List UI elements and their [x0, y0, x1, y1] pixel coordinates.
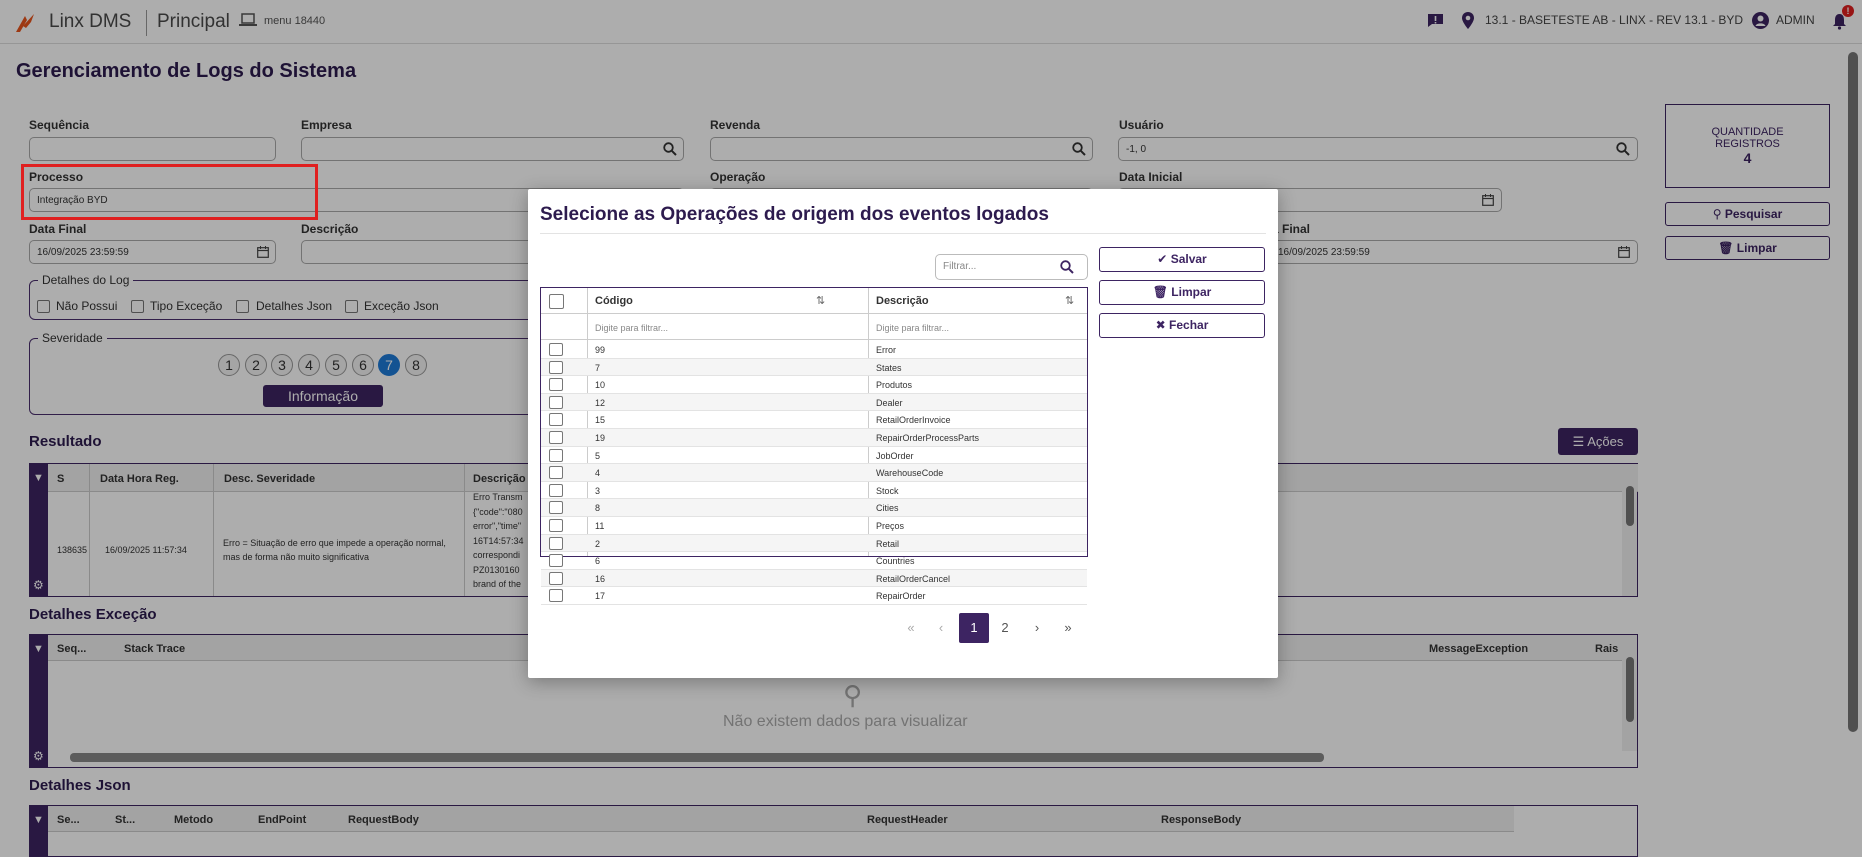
- row-checkbox[interactable]: [549, 343, 563, 356]
- row-checkbox[interactable]: [549, 378, 563, 392]
- row-codigo: 19: [595, 433, 606, 443]
- highlight-box: [21, 164, 318, 220]
- table-row[interactable]: 5 JobOrder: [541, 447, 1087, 465]
- row-codigo: 16: [595, 573, 606, 584]
- row-checkbox[interactable]: [549, 466, 563, 480]
- row-codigo: 6: [595, 556, 601, 567]
- row-checkbox[interactable]: [549, 501, 563, 515]
- page-1-button[interactable]: 1: [959, 613, 989, 643]
- filter-placeholder: Filtrar...: [943, 261, 977, 272]
- table-row[interactable]: 2 Retail: [541, 534, 1087, 553]
- row-checkbox[interactable]: [549, 554, 563, 568]
- row-codigo: 99: [595, 345, 606, 355]
- row-descricao: Stock: [876, 485, 899, 496]
- sort-icon[interactable]: ⇅: [816, 294, 825, 307]
- row-descricao: Dealer: [876, 397, 903, 408]
- row-codigo: 7: [595, 362, 601, 373]
- table-row[interactable]: 8 Cities: [541, 499, 1087, 517]
- row-checkbox[interactable]: [549, 483, 563, 497]
- search-icon[interactable]: [1060, 260, 1074, 274]
- row-codigo: 5: [595, 450, 601, 461]
- sort-icon[interactable]: ⇅: [1065, 294, 1074, 307]
- row-checkbox[interactable]: [549, 448, 563, 462]
- table-row[interactable]: 16 RetailOrderCancel: [541, 569, 1087, 588]
- row-checkbox[interactable]: [549, 431, 563, 444]
- table-row[interactable]: 7 States: [541, 358, 1087, 377]
- codigo-filter-input[interactable]: Digite para filtrar...: [595, 323, 668, 333]
- table-row[interactable]: 12 Dealer: [541, 393, 1087, 412]
- row-descricao: RepairOrderProcessParts: [876, 433, 980, 443]
- row-codigo: 17: [595, 591, 606, 602]
- table-row[interactable]: 11 Preços: [541, 517, 1087, 535]
- row-checkbox[interactable]: [549, 571, 563, 585]
- row-descricao: Preços: [876, 521, 905, 531]
- row-descricao: Countries: [876, 556, 915, 567]
- page-2-button[interactable]: 2: [990, 613, 1020, 643]
- row-checkbox[interactable]: [549, 589, 563, 603]
- first-page-button[interactable]: «: [896, 613, 926, 643]
- salvar-label: Salvar: [1170, 252, 1207, 266]
- row-codigo: 11: [595, 521, 605, 531]
- trash-icon: 🗑: [1152, 285, 1168, 299]
- row-descricao: States: [876, 362, 902, 373]
- table-row[interactable]: 3 Stock: [541, 482, 1087, 500]
- row-codigo: 12: [595, 397, 606, 408]
- fechar-button[interactable]: ✖ Fechar: [1099, 313, 1265, 338]
- row-codigo: 2: [595, 538, 601, 549]
- modal-title: Selecione as Operações de origem dos eve…: [540, 204, 1049, 225]
- row-checkbox[interactable]: [549, 536, 563, 550]
- limpar-modal-button[interactable]: 🗑 Limpar: [1099, 280, 1265, 305]
- row-checkbox[interactable]: [549, 519, 563, 532]
- row-descricao: Error: [876, 345, 896, 355]
- row-descricao: RetailOrderInvoice: [876, 415, 951, 426]
- close-icon: ✖: [1155, 318, 1166, 332]
- fechar-label: Fechar: [1169, 318, 1209, 332]
- row-descricao: RetailOrderCancel: [876, 573, 951, 584]
- table-row[interactable]: 17 RepairOrder: [541, 587, 1087, 605]
- col-descricao[interactable]: Descrição: [876, 295, 929, 307]
- row-descricao: Produtos: [876, 380, 913, 391]
- row-codigo: 10: [595, 380, 606, 391]
- row-checkbox[interactable]: [549, 360, 563, 374]
- table-row[interactable]: 4 WarehouseCode: [541, 464, 1087, 482]
- row-descricao: RepairOrder: [876, 591, 926, 602]
- operacoes-modal: Selecione as Operações de origem dos eve…: [528, 189, 1278, 678]
- row-codigo: 15: [595, 415, 606, 426]
- limpar-label: Limpar: [1171, 285, 1212, 299]
- col-codigo[interactable]: Código: [595, 295, 633, 307]
- row-checkbox[interactable]: [549, 395, 563, 409]
- row-codigo: 3: [595, 485, 601, 496]
- modal-divider: [540, 233, 1266, 234]
- row-descricao: Retail: [876, 538, 900, 549]
- table-row[interactable]: 6 Countries: [541, 552, 1087, 570]
- next-page-button[interactable]: ›: [1022, 613, 1052, 643]
- table-row[interactable]: 19 RepairOrderProcessParts: [541, 429, 1087, 447]
- prev-page-button[interactable]: ‹: [926, 613, 956, 643]
- descricao-filter-input[interactable]: Digite para filtrar...: [876, 323, 949, 333]
- select-all-checkbox[interactable]: [549, 294, 564, 309]
- table-row[interactable]: 10 Produtos: [541, 376, 1087, 394]
- operacoes-table: Código ⇅ Descrição ⇅ Digite para filtrar…: [540, 287, 1088, 605]
- row-descricao: Cities: [876, 503, 899, 514]
- row-codigo: 8: [595, 503, 601, 514]
- table-row[interactable]: 15 RetailOrderInvoice: [541, 411, 1087, 429]
- check-icon: ✔: [1157, 252, 1168, 266]
- row-descricao: WarehouseCode: [876, 468, 944, 479]
- row-checkbox[interactable]: [549, 413, 563, 427]
- row-descricao: JobOrder: [876, 450, 914, 461]
- last-page-button[interactable]: »: [1053, 613, 1083, 643]
- table-row[interactable]: 99 Error: [541, 341, 1087, 359]
- row-codigo: 4: [595, 468, 601, 479]
- salvar-button[interactable]: ✔ Salvar: [1099, 247, 1265, 272]
